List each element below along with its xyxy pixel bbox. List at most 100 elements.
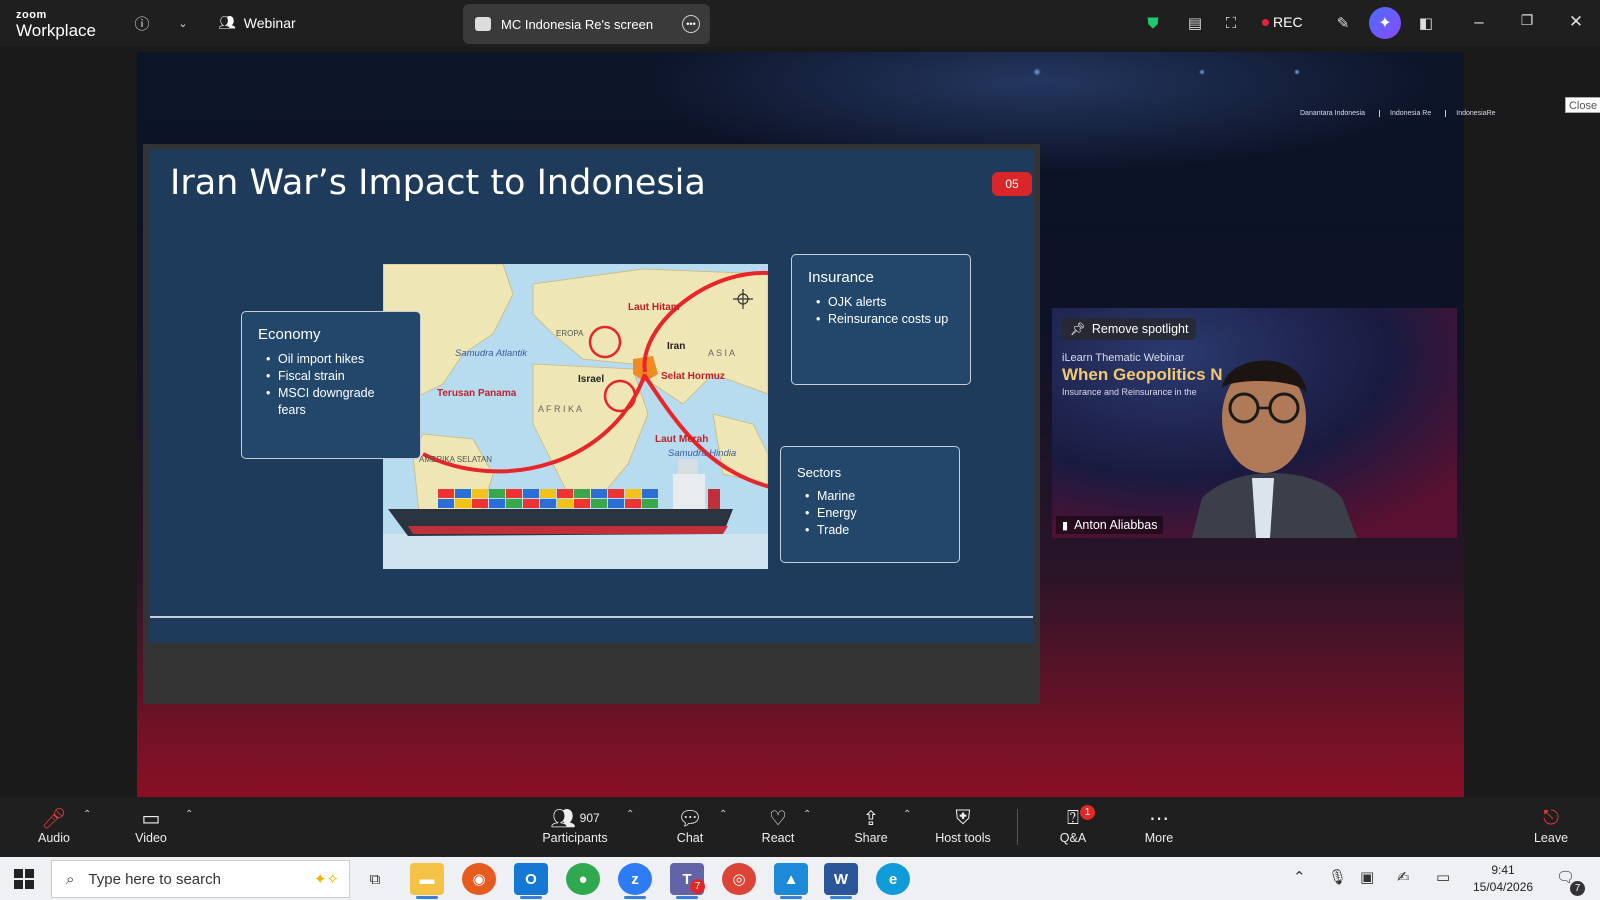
video-caret-icon[interactable]: ⌃ xyxy=(185,809,193,820)
keyboard-tray-icon[interactable]: ▭ xyxy=(1436,868,1450,886)
minimize-icon[interactable]: – xyxy=(1467,12,1491,32)
zoom-logo: zoom Workplace xyxy=(16,9,96,40)
slide-content: Iran War’s Impact to Indonesia 05 Laut H… xyxy=(150,149,1033,643)
world-map-image: Laut Hitam EROPA Iran A S I A Samudra At… xyxy=(383,264,768,569)
pen-tray-icon[interactable]: ✍ xyxy=(1397,868,1410,886)
close-button[interactable]: Close xyxy=(1565,97,1600,113)
photos-icon[interactable]: ▲ xyxy=(774,863,808,899)
audio-caret-icon[interactable]: ⌃ xyxy=(83,809,91,820)
map-label-amerika-selatan: AMERIKA SELATAN xyxy=(419,455,492,464)
video-caption-line3: Insurance and Reinsurance in the xyxy=(1062,387,1197,397)
rec-label: REC xyxy=(1273,14,1303,30)
insurance-item: OJK alerts xyxy=(816,294,954,311)
share-screen-icon: ⇪ xyxy=(862,807,880,830)
participants-count: 907 xyxy=(579,811,600,825)
map-label-asia: A S I A xyxy=(708,348,735,358)
screen-icon xyxy=(475,17,491,31)
slide-number-badge: 05 xyxy=(992,172,1032,196)
chrome-user-icon[interactable]: ● xyxy=(566,863,600,895)
windows-start-icon[interactable] xyxy=(14,869,34,889)
participants-button[interactable]: 👥︎ 907 Participants xyxy=(538,805,612,846)
chat-caret-icon[interactable]: ⌃ xyxy=(719,809,727,820)
more-options-icon[interactable]: ••• xyxy=(682,15,700,33)
host-tools-button[interactable]: ⛨ Host tools xyxy=(931,805,995,846)
video-button[interactable]: ▭ Video xyxy=(130,805,172,846)
speaker-name-tag: ▮ Anton Aliabbas xyxy=(1056,516,1164,534)
remove-spotlight-button[interactable]: 📌︎ Remove spotlight xyxy=(1062,318,1197,340)
people-icon: 👥︎ xyxy=(218,14,236,30)
video-caption-line2: When Geopolitics N xyxy=(1062,365,1223,384)
audio-button[interactable]: 🎤︎ Audio xyxy=(34,805,74,846)
webinar-label: Webinar xyxy=(243,14,296,31)
focus-icon[interactable]: ⛶ xyxy=(1220,12,1242,34)
economy-item: Fiscal strain xyxy=(266,368,404,385)
toolbar-divider xyxy=(1017,809,1018,845)
remove-spotlight-label: Remove spotlight xyxy=(1091,322,1189,336)
chrome-icon[interactable]: ◎ xyxy=(722,863,756,895)
share-button[interactable]: ⇪ Share xyxy=(850,805,892,846)
share-caret-icon[interactable]: ⌃ xyxy=(903,809,911,820)
meeting-toolbar: 🎤︎ Audio ⌃ ▭ Video ⌃ 👥︎ 907 Participants … xyxy=(0,797,1600,857)
economy-item: MSCI downgrade fears xyxy=(266,385,404,419)
participants-icon: 👥︎ 907 xyxy=(550,807,600,830)
firefox-icon[interactable]: ◉ xyxy=(462,863,496,895)
shield-icon[interactable]: ⛊ xyxy=(1142,12,1164,34)
word-icon[interactable]: W xyxy=(824,863,858,899)
heart-icon: ♡ xyxy=(769,807,787,830)
share-label: Share xyxy=(854,831,888,845)
tray-chevron-icon[interactable]: ⌃ xyxy=(1293,868,1306,886)
insurance-box: Insurance OJK alerts Reinsurance costs u… xyxy=(791,254,971,385)
taskbar-search[interactable]: ⌕ Type here to search ✦✧ xyxy=(51,860,350,898)
record-dot-icon xyxy=(1262,18,1269,26)
sparkle-icon: ✦✧ xyxy=(313,871,339,888)
recording-indicator[interactable]: REC xyxy=(1262,14,1303,30)
map-label-laut-hitam: Laut Hitam xyxy=(628,302,680,313)
pen-icon[interactable]: ✎ xyxy=(1332,12,1354,34)
display-tray-icon[interactable]: ▣ xyxy=(1360,868,1374,886)
participants-caret-icon[interactable]: ⌃ xyxy=(626,809,634,820)
participants-label: Participants xyxy=(542,831,608,845)
ai-companion-button[interactable]: ✦ xyxy=(1369,7,1401,39)
leave-button[interactable]: ⎋ Leave xyxy=(1533,805,1569,846)
zoom-app-icon[interactable]: z xyxy=(618,863,652,899)
react-button[interactable]: ♡ React xyxy=(758,805,798,846)
more-button[interactable]: ⋯ More xyxy=(1140,805,1178,846)
info-icon[interactable]: ⓘ xyxy=(131,12,153,34)
close-window-icon[interactable]: ✕ xyxy=(1564,12,1588,32)
microphone-tray-icon[interactable]: 🎙︎ xyxy=(1328,868,1347,886)
taskbar-clock[interactable]: 9:41 15/04/2026 xyxy=(1473,862,1533,896)
webinar-indicator[interactable]: 👥︎ Webinar xyxy=(218,14,296,31)
screen-tab-label: MC Indonesia Re's screen xyxy=(501,16,654,32)
audio-label: Audio xyxy=(38,831,70,845)
react-caret-icon[interactable]: ⌃ xyxy=(803,809,811,820)
layout-icon[interactable]: ◧ xyxy=(1415,12,1437,34)
file-explorer-icon[interactable]: ▬ xyxy=(410,863,444,899)
windows-taskbar: ⌕ Type here to search ✦✧ ⧉ ▬ ◉ O ● z T 7… xyxy=(0,857,1600,900)
chevron-down-icon[interactable]: ⌄ xyxy=(172,12,194,34)
economy-title: Economy xyxy=(258,326,321,343)
map-label-selat-hormuz: Selat Hormuz xyxy=(661,371,725,382)
edge-icon[interactable]: e xyxy=(876,863,910,895)
video-camera-icon: ▭ xyxy=(141,807,161,830)
economy-item: Oil import hikes xyxy=(266,351,404,368)
screen-share-tab[interactable]: MC Indonesia Re's screen ••• xyxy=(463,4,710,44)
captions-icon[interactable]: ▤ xyxy=(1184,12,1206,34)
speaker-name: Anton Aliabbas xyxy=(1074,518,1158,532)
logo-top-text: zoom xyxy=(16,9,47,21)
restore-icon[interactable]: ❐ xyxy=(1515,12,1539,29)
map-label-iran: Iran xyxy=(667,341,685,352)
more-label: More xyxy=(1144,831,1174,845)
clock-date: 15/04/2026 xyxy=(1473,880,1534,894)
speaker-video-tile[interactable]: 📌︎ Remove spotlight iLearn Thematic Webi… xyxy=(1052,308,1457,538)
brand-indonesia-re: Indonesia Re xyxy=(1379,110,1431,117)
outlook-icon[interactable]: O xyxy=(514,863,548,899)
brand-logos: Danantara Indonesia Indonesia Re Indones… xyxy=(1290,110,1496,117)
clock-time: 9:41 xyxy=(1491,863,1515,877)
more-icon: ⋯ xyxy=(1149,807,1169,830)
task-view-icon[interactable]: ⧉ xyxy=(358,863,392,895)
economy-box: Economy Oil import hikes Fiscal strain M… xyxy=(241,311,421,459)
notifications-badge: 7 xyxy=(1570,881,1585,896)
react-label: React xyxy=(761,831,795,845)
chat-button[interactable]: 💬︎ Chat xyxy=(672,805,708,846)
slide-title: Iran War’s Impact to Indonesia xyxy=(170,163,706,203)
